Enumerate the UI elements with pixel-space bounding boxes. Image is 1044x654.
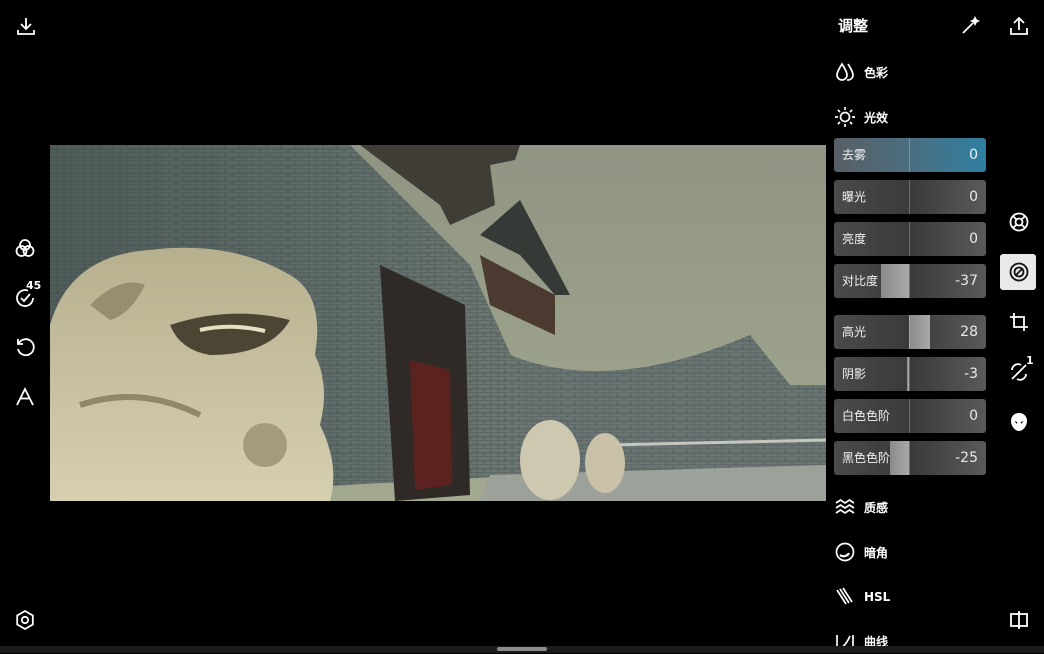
history-rotate-icon[interactable] (9, 331, 41, 363)
slider-fill (881, 264, 909, 298)
presets-badge: 45 (26, 279, 42, 292)
slider-label: 去雾 (842, 148, 867, 162)
waves-icon (835, 498, 855, 515)
text-tool-icon[interactable] (9, 381, 41, 413)
slider-fill (890, 441, 909, 475)
section-label: 色彩 (864, 65, 889, 80)
vignette-icon (835, 542, 855, 562)
section-color[interactable]: 色彩 (834, 59, 888, 85)
slider-value: 28 (960, 324, 978, 340)
slider-label: 高光 (842, 325, 867, 339)
section-label: 质感 (864, 500, 889, 515)
slider-center-mark (909, 315, 910, 349)
adjust-dial-icon[interactable] (1003, 256, 1035, 288)
section-label: HSL (864, 590, 891, 604)
panel-title: 调整 (838, 17, 869, 35)
section-label: 光效 (864, 110, 889, 125)
slider-label: 亮度 (842, 232, 867, 246)
color-drops-icon (836, 62, 854, 81)
slider-label: 黑色色阶 (842, 451, 891, 465)
edited-photo[interactable] (50, 145, 826, 501)
slider-blacks[interactable]: 黑色色阶 -25 (834, 441, 986, 475)
slider-center-mark (909, 357, 910, 391)
slider-label: 对比度 (842, 274, 879, 288)
settings-gear-icon[interactable] (9, 604, 41, 636)
section-hsl[interactable]: HSL (834, 584, 890, 610)
slider-center-mark (909, 138, 910, 172)
healing-badge: 1 (1026, 354, 1034, 367)
slider-exposure[interactable]: 曝光 0 (834, 180, 986, 214)
compare-split-icon[interactable] (1003, 604, 1035, 636)
slider-label: 曝光 (842, 190, 867, 204)
slider-center-mark (909, 399, 910, 433)
slider-value: -3 (964, 366, 978, 382)
slider-highlights[interactable]: 高光 28 (834, 315, 986, 349)
slider-label: 白色色阶 (842, 409, 891, 423)
slider-shadows[interactable]: 阴影 -3 (834, 357, 986, 391)
slider-label: 阴影 (842, 367, 867, 381)
hsl-brush-icon (836, 587, 853, 605)
slider-center-mark (909, 222, 910, 256)
slider-center-mark (909, 441, 910, 475)
slider-contrast[interactable]: 对比度 -37 (834, 264, 986, 298)
slider-value: -37 (955, 273, 978, 289)
download-icon[interactable] (10, 10, 42, 42)
slider-center-mark (909, 264, 910, 298)
face-retouch-icon[interactable] (1003, 406, 1035, 438)
section-label: 暗角 (864, 545, 889, 560)
slider-brightness[interactable]: 亮度 0 (834, 222, 986, 256)
auto-enhance-wand-icon[interactable] (954, 10, 986, 42)
slider-fill (909, 315, 930, 349)
slider-value: 0 (969, 147, 978, 163)
slider-whites[interactable]: 白色色阶 0 (834, 399, 986, 433)
section-texture[interactable]: 质感 (834, 494, 888, 520)
section-vignette[interactable]: 暗角 (834, 539, 888, 565)
slider-value: -25 (955, 450, 978, 466)
slider-value: 0 (969, 231, 978, 247)
sun-icon (835, 107, 855, 127)
slider-center-mark (909, 180, 910, 214)
slider-dehaze[interactable]: 去雾 0 (834, 138, 986, 172)
crop-icon[interactable] (1003, 306, 1035, 338)
section-light[interactable]: 光效 (834, 104, 888, 130)
lifebuoy-repair-icon[interactable] (1003, 206, 1035, 238)
slider-value: 0 (969, 408, 978, 424)
slider-value: 0 (969, 189, 978, 205)
share-icon[interactable] (1003, 10, 1035, 42)
home-indicator[interactable] (497, 647, 547, 651)
filters-icon[interactable] (9, 232, 41, 264)
